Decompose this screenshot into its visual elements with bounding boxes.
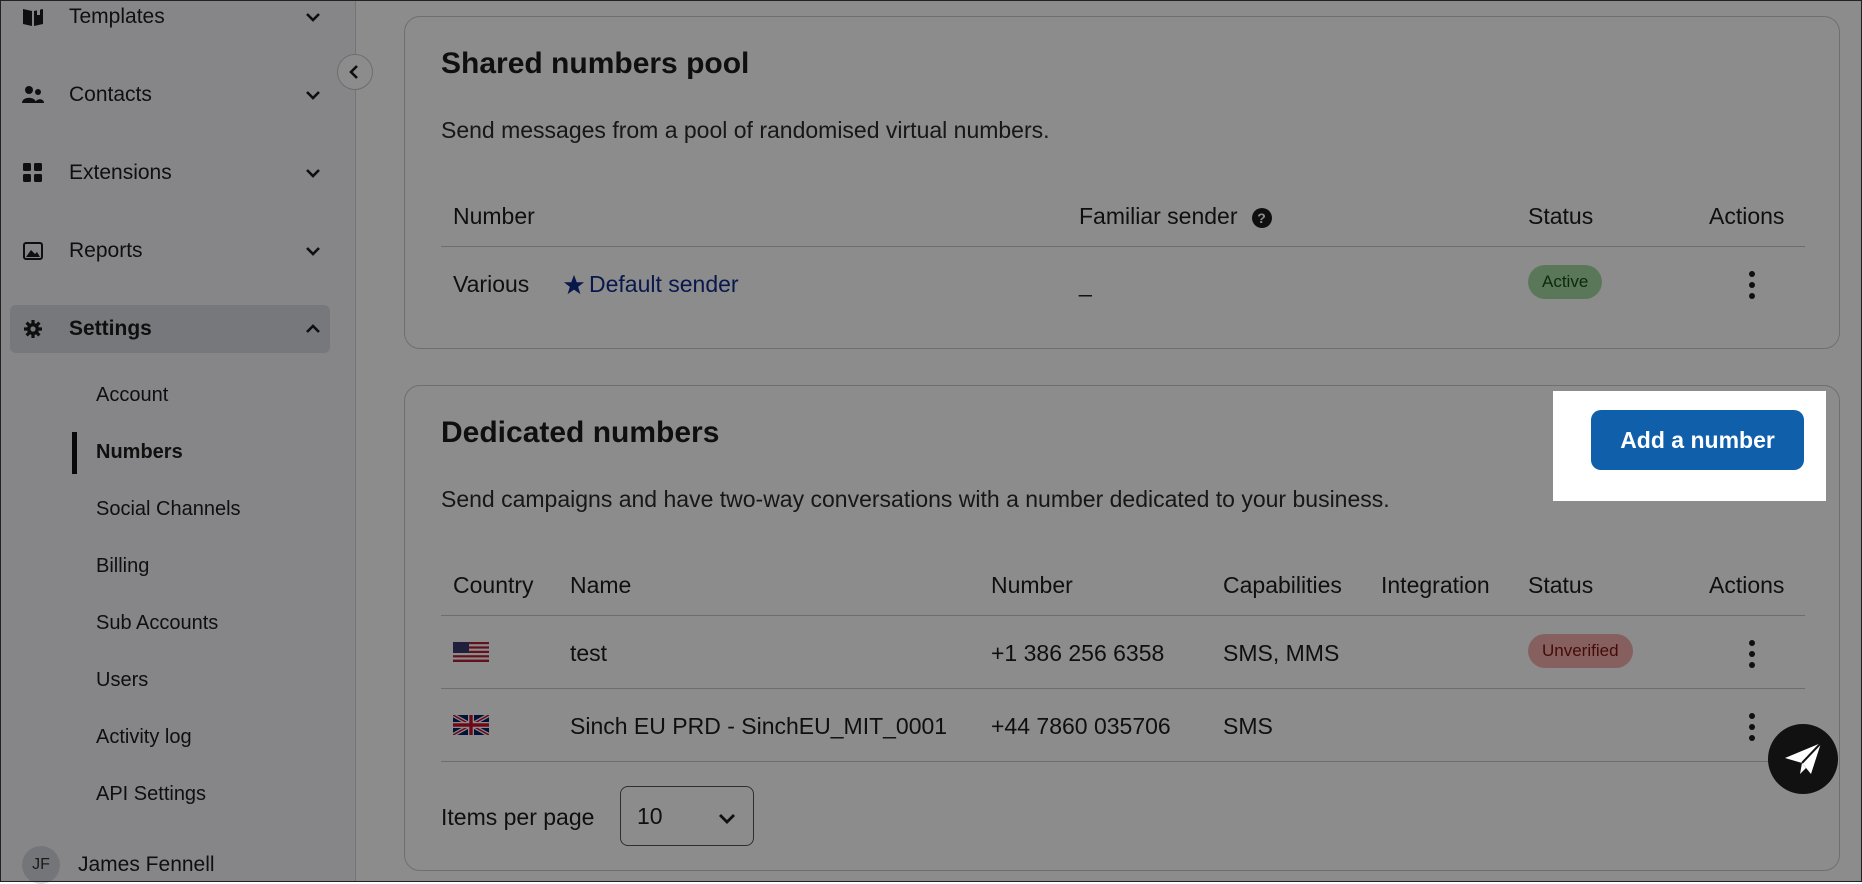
items-per-page-value: 10 [637,803,663,829]
chevron-down-icon [306,247,320,256]
column-header-name: Name [570,572,632,598]
shared-numbers-card: Shared numbers pool Send messages from a… [404,16,1840,349]
column-header-number: Number [991,572,1073,598]
book-icon [22,6,44,28]
settings-item-account[interactable]: Account [96,384,168,407]
table-row-divider [441,761,1805,762]
send-message-fab[interactable] [1768,724,1838,794]
collapse-sidebar-button[interactable] [337,54,373,90]
table-divider [441,246,1805,247]
column-header-number: Number [453,203,535,229]
nav-label: Settings [69,317,152,340]
row-actions-menu[interactable] [1748,713,1756,741]
settings-item-sub-accounts[interactable]: Sub Accounts [96,612,218,635]
column-header-status: Status [1528,203,1594,229]
uk-flag-icon [453,715,489,735]
column-header-integration: Integration [1381,572,1490,598]
help-icon[interactable]: ? [1251,207,1272,228]
nav-label: Templates [69,5,165,28]
table-divider [441,615,1805,616]
nav-label: Contacts [69,83,152,106]
contacts-icon [22,84,44,106]
items-per-page-label: Items per page [441,804,595,830]
column-header-familiar-sender: Familiar sender? [1079,203,1272,230]
current-item-indicator [72,432,77,474]
user-profile[interactable]: JF James Fennell [22,846,215,884]
nav-item-reports[interactable]: Reports [10,227,330,275]
column-header-country: Country [453,572,534,598]
sidebar: Templates Contacts Extensions Reports Se… [0,0,356,884]
nav-item-contacts[interactable]: Contacts [10,71,330,119]
us-flag-icon [453,642,489,662]
add-number-button[interactable]: Add a number [1591,410,1804,470]
column-header-status: Status [1528,572,1594,598]
dedicated-numbers-description: Send campaigns and have two-way conversa… [441,486,1390,512]
shared-pool-description: Send messages from a pool of randomised … [441,117,1050,143]
default-sender-label: Default sender [589,271,739,297]
settings-item-activity-log[interactable]: Activity log [96,726,192,749]
chevron-down-icon [306,91,320,100]
column-header-actions: Actions [1709,572,1785,598]
status-badge: Active [1528,265,1603,299]
settings-item-api-settings[interactable]: API Settings [96,783,206,806]
star-icon [563,274,585,294]
chevron-down-icon [306,169,320,178]
settings-item-numbers[interactable]: Numbers [96,441,183,464]
user-name: James Fennell [78,853,215,876]
chevron-down-icon [719,814,735,824]
shared-row-number: Various [453,271,530,297]
row-name: test [570,640,608,666]
avatar: JF [22,846,60,884]
gear-icon [22,318,44,340]
column-header-actions: Actions [1709,203,1785,229]
chevron-up-icon [306,324,320,333]
table-row-divider [441,688,1805,689]
settings-item-billing[interactable]: Billing [96,555,149,578]
nav-label: Reports [69,239,143,262]
row-capabilities: SMS, MMS [1223,640,1340,666]
row-name: Sinch EU PRD - SinchEU_MIT_0001 [570,713,948,739]
row-number: +1 386 256 6358 [991,640,1165,666]
settings-item-users[interactable]: Users [96,669,148,692]
row-number: +44 7860 035706 [991,713,1171,739]
default-sender-link[interactable]: Default sender [563,271,739,298]
row-actions-menu[interactable] [1748,640,1756,668]
paper-plane-icon [1785,742,1822,774]
nav-item-templates[interactable]: Templates [10,0,330,41]
shared-row-familiar: _ [1079,271,1092,297]
nav-item-extensions[interactable]: Extensions [10,149,330,197]
chevron-down-icon [306,13,320,22]
familiar-sender-label: Familiar sender [1079,203,1238,229]
nav-item-settings[interactable]: Settings [10,305,330,353]
settings-item-social-channels[interactable]: Social Channels [96,498,241,521]
nav-label: Extensions [69,161,172,184]
items-per-page-select[interactable]: 10 [620,786,754,846]
row-capabilities: SMS [1223,713,1273,739]
grid-icon [22,162,44,184]
dedicated-numbers-title: Dedicated numbers [441,416,720,449]
status-badge: Unverified [1528,634,1633,668]
row-actions-menu[interactable] [1748,271,1756,299]
shared-pool-title: Shared numbers pool [441,47,750,80]
highlight-region: Add a number [1553,391,1826,501]
chevron-left-icon [349,65,358,79]
column-header-capabilities: Capabilities [1223,572,1342,598]
image-icon [22,240,44,262]
